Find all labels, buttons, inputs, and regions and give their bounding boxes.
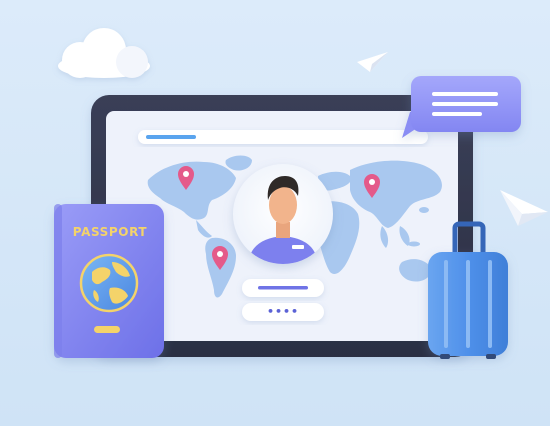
travel-illustration xyxy=(0,0,550,426)
username-field[interactable] xyxy=(242,279,324,297)
globe-icon xyxy=(79,253,139,313)
passport-title: PASSPORT xyxy=(72,225,148,239)
user-avatar-icon xyxy=(233,164,333,264)
password-mask: •••• xyxy=(266,305,300,318)
chat-bubble-icon xyxy=(402,76,521,138)
address-bar[interactable] xyxy=(138,130,428,144)
